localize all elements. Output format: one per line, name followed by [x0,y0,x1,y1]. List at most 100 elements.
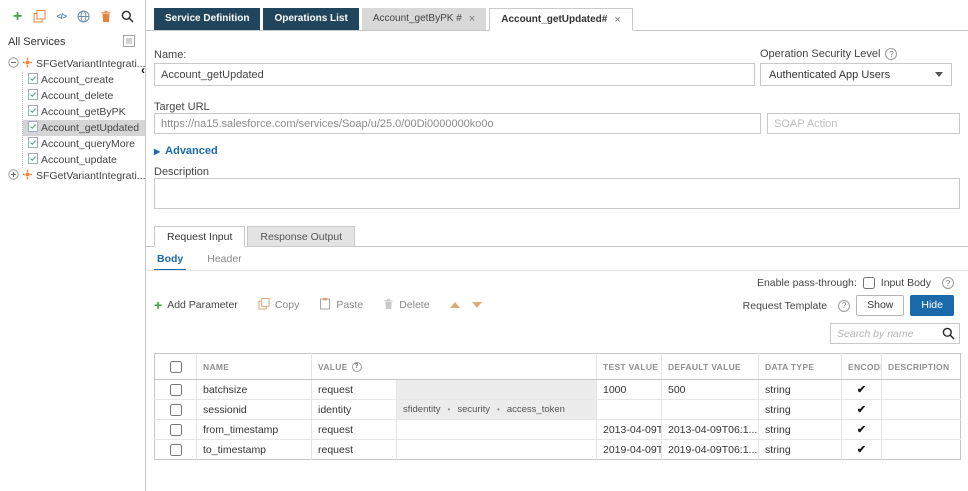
collapse-all-icon[interactable] [123,35,135,50]
tree-group-1[interactable]: SFGetVariantIntegrati... [0,56,145,72]
code-icon[interactable]: </> [54,9,69,24]
tab-operations-list[interactable]: Operations List [263,8,358,30]
operation-doc-icon [28,105,38,119]
search-icon[interactable] [942,327,955,340]
globe-icon[interactable] [76,9,91,24]
description-textarea[interactable] [154,178,960,209]
move-up-icon[interactable] [450,302,460,308]
param-description-cell[interactable] [882,380,961,400]
tab-request-input[interactable]: Request Input [154,226,245,247]
param-test-value-cell[interactable]: 2019-04-09T06:1... [597,440,662,460]
param-default-value-cell[interactable]: 2013-04-09T06:1... [662,420,759,440]
delete-service-icon[interactable] [98,9,113,24]
close-icon[interactable]: × [469,8,475,30]
param-data-type-cell[interactable]: string [759,440,842,460]
param-subvalue-cell[interactable] [397,380,597,400]
security-level-select[interactable]: Authenticated App Users [760,63,952,86]
param-default-value-cell[interactable]: 2019-04-09T06:1... [662,440,759,460]
tab-response-output[interactable]: Response Output [247,226,355,247]
param-value-cell[interactable]: request [312,420,397,440]
table-row[interactable]: batchsize request 1000 500 string ✔ [155,380,961,400]
param-subvalue-cell[interactable] [397,420,597,440]
help-icon[interactable]: ? [838,300,850,312]
tab-header[interactable]: Header [204,253,244,271]
tab-service-definition[interactable]: Service Definition [154,8,260,30]
input-body-checkbox[interactable] [863,277,875,289]
add-service-icon[interactable]: + [10,9,25,24]
tree-item-label: Account_queryMore [41,138,135,150]
param-default-value-cell[interactable] [662,400,759,420]
param-default-value-cell[interactable]: 500 [662,380,759,400]
param-test-value-cell[interactable]: 2013-04-09T06:1... [597,420,662,440]
tree-item-account-update[interactable]: Account_update [23,152,145,168]
body-tab-bar: Body Header [154,253,245,271]
help-icon[interactable]: ? [942,277,954,289]
col-name: NAME [197,354,312,380]
param-data-type-cell[interactable]: string [759,420,842,440]
close-icon[interactable]: × [614,9,620,31]
tree-item-account-querymore[interactable]: Account_queryMore [23,136,145,152]
col-value: VALUE? [312,354,597,380]
param-data-type-cell[interactable]: string [759,380,842,400]
help-icon[interactable]: ? [885,48,897,60]
paste-button[interactable]: Paste [319,297,363,313]
row-checkbox[interactable] [170,444,182,456]
collapse-node-icon[interactable] [8,57,19,71]
param-description-cell[interactable] [882,440,961,460]
tree-item-account-create[interactable]: Account_create [23,72,145,88]
advanced-toggle[interactable]: ▶ Advanced [154,145,218,157]
param-name-cell[interactable]: from_timestamp [197,420,312,440]
param-subvalue-cell[interactable] [397,440,597,460]
name-input[interactable] [154,63,755,86]
show-button[interactable]: Show [856,295,904,316]
param-description-cell[interactable] [882,420,961,440]
table-row[interactable]: sessionid identity sfidentity•security•a… [155,400,961,420]
param-value-cell[interactable]: request [312,440,397,460]
row-checkbox[interactable] [170,424,182,436]
tree-group-2[interactable]: SFGetVariantIntegrati... [0,168,145,184]
param-test-value-cell[interactable] [597,400,662,420]
param-value-cell[interactable]: identity [312,400,397,420]
tree-item-account-getbypk[interactable]: Account_getByPK [23,104,145,120]
row-checkbox[interactable] [170,384,182,396]
operation-doc-icon [28,137,38,151]
param-name-cell[interactable]: sessionid [197,400,312,420]
col-default-value: DEFAULT VALUE [662,354,759,380]
move-down-icon[interactable] [472,302,482,308]
sidebar-collapse-handle[interactable]: ‹ [141,64,145,76]
tree-item-account-getupdated[interactable]: Account_getUpdated [23,120,145,136]
search-input[interactable] [837,328,942,340]
table-row[interactable]: to_timestamp request 2019-04-09T06:1... … [155,440,961,460]
target-url-input[interactable] [154,113,761,134]
param-value-cell[interactable]: request [312,380,397,400]
param-data-type-cell[interactable]: string [759,400,842,420]
tab-label: Service Definition [165,8,249,30]
param-encoded-cell[interactable]: ✔ [842,440,882,460]
delete-button[interactable]: Delete [383,298,429,313]
copy-icon[interactable] [32,9,47,24]
expand-node-icon[interactable] [8,169,19,183]
param-encoded-cell[interactable]: ✔ [842,420,882,440]
param-test-value-cell[interactable]: 1000 [597,380,662,400]
row-checkbox[interactable] [170,404,182,416]
security-level-value: Authenticated App Users [769,69,890,81]
hide-button[interactable]: Hide [910,295,954,316]
soap-action-input[interactable] [767,113,960,134]
tab-account-getupdated[interactable]: Account_getUpdated#× [489,8,633,31]
add-parameter-button[interactable]: + Add Parameter [154,299,238,311]
select-all-checkbox[interactable] [170,361,182,373]
copy-label: Copy [275,299,300,311]
search-icon[interactable] [120,9,135,24]
param-encoded-cell[interactable]: ✔ [842,400,882,420]
help-icon[interactable]: ? [352,362,362,372]
param-name-cell[interactable]: to_timestamp [197,440,312,460]
tree-item-account-delete[interactable]: Account_delete [23,88,145,104]
param-encoded-cell[interactable]: ✔ [842,380,882,400]
tab-body[interactable]: Body [154,253,186,271]
copy-button[interactable]: Copy [258,298,300,313]
param-subvalue-cell[interactable]: sfidentity•security•access_token [397,400,597,420]
param-description-cell[interactable] [882,400,961,420]
param-name-cell[interactable]: batchsize [197,380,312,400]
tab-account-getbypk[interactable]: Account_getByPK #× [362,8,486,30]
table-row[interactable]: from_timestamp request 2013-04-09T06:1..… [155,420,961,440]
